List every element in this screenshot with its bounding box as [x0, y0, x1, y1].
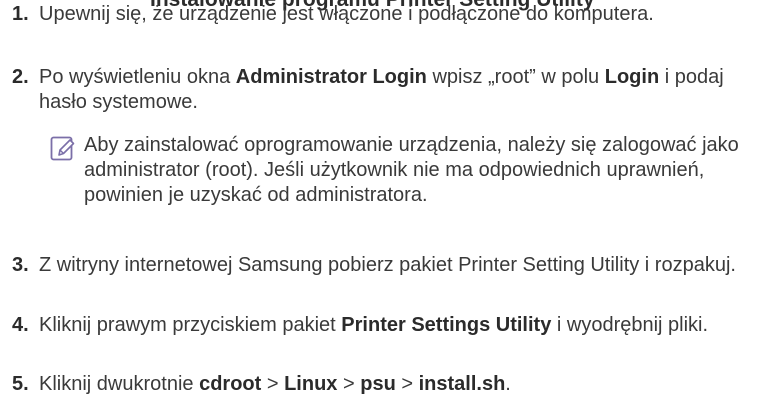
step-text-part: Z witryny internetowej Samsung pobierz p… [39, 254, 736, 276]
step-number: 2. [12, 66, 29, 88]
step-number: 3. [12, 254, 29, 276]
step-text-part: Po wyświetleniu okna [39, 66, 236, 88]
step-text-part: i wyodrębnij pliki. [551, 314, 709, 336]
step-text: Z witryny internetowej Samsung pobierz p… [39, 253, 762, 278]
step-5: 5. Kliknij dwukrotnie cdroot > Linux > p… [12, 372, 762, 397]
step-1: 1. Upewnij się, że urządzenie jest włącz… [12, 2, 762, 27]
step-text-part: wpisz „root” w polu [426, 66, 605, 88]
step-3: 3. Z witryny internetowej Samsung pobier… [12, 253, 762, 278]
step-text: Kliknij prawym przyciskiem pakiet Printe… [39, 313, 762, 338]
step-text-part: Kliknij prawym przyciskiem pakiet [39, 314, 342, 336]
step-text-bold: Printer Settings Utility [341, 314, 552, 336]
note-pencil-icon [50, 136, 75, 161]
step-text-bold: install.sh [418, 373, 506, 395]
step-text-bold: Linux [284, 373, 338, 395]
step-text-part: > [337, 373, 361, 395]
step-text-part: . [505, 373, 511, 395]
step-text-bold: Administrator Login [235, 66, 427, 88]
step-4: 4. Kliknij prawym przyciskiem pakiet Pri… [12, 313, 762, 338]
step-text-part: Upewnij się, że urządzenie jest włączone… [39, 3, 654, 25]
step-text: Upewnij się, że urządzenie jest włączone… [39, 2, 762, 27]
step-text-bold: psu [360, 373, 396, 395]
step-text-part: Kliknij dwukrotnie [39, 373, 200, 395]
step-number: 1. [12, 3, 29, 25]
step-number: 4. [12, 314, 29, 336]
step-text: Po wyświetleniu okna Administrator Login… [39, 65, 762, 115]
note-text: Aby zainstalować oprogramowanie urządzen… [84, 134, 739, 206]
step-text-part: > [395, 373, 419, 395]
document-page: Instalowanie programu Printer Setting Ut… [0, 0, 773, 400]
step-text-bold: Login [604, 66, 660, 88]
step-text-bold: cdroot [199, 373, 262, 395]
step-2: 2. Po wyświetleniu okna Administrator Lo… [12, 65, 762, 115]
step-text-part: > [261, 373, 285, 395]
step-text: Kliknij dwukrotnie cdroot > Linux > psu … [39, 372, 762, 397]
step-number: 5. [12, 373, 29, 395]
